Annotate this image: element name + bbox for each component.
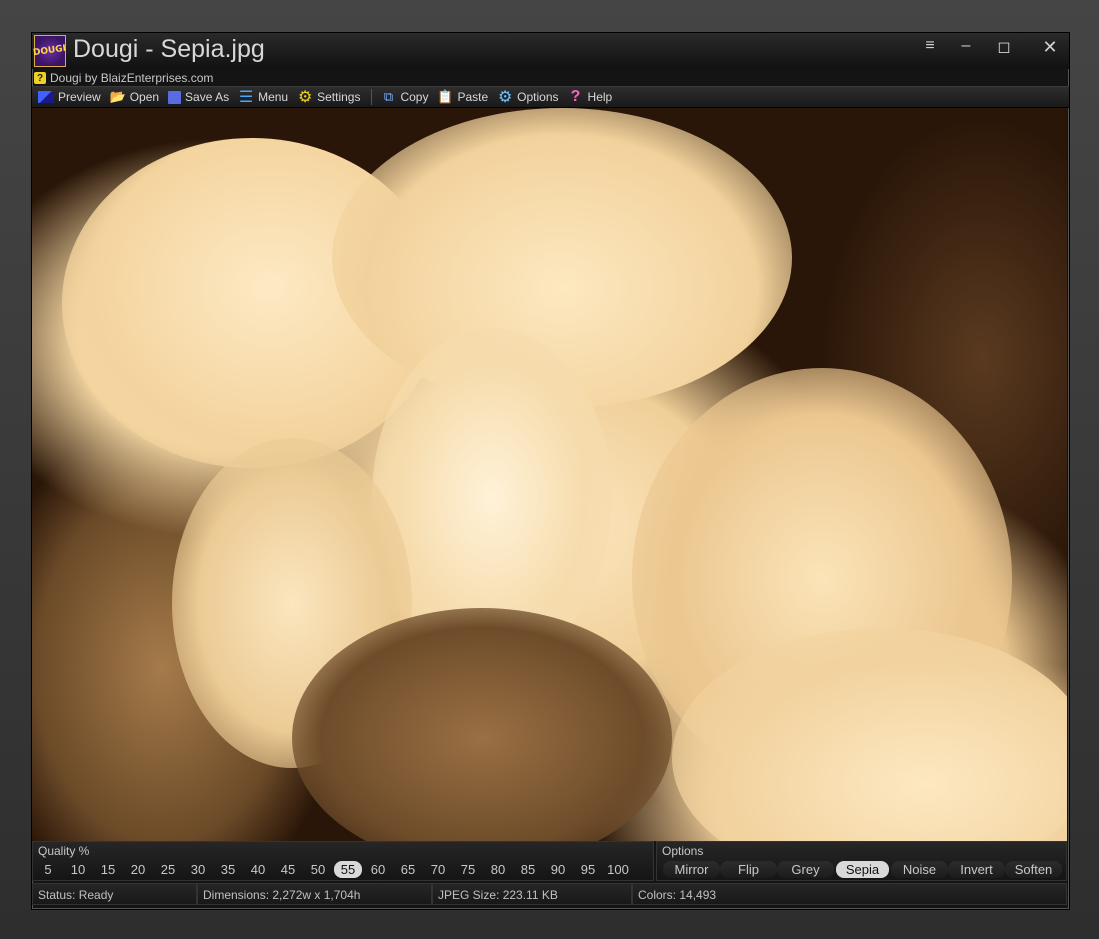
quality-option[interactable]: 100 <box>603 861 633 878</box>
menu-icon: ☰ <box>238 89 254 106</box>
quality-option[interactable]: 90 <box>543 861 573 878</box>
open-button[interactable]: 📂 Open <box>110 89 159 105</box>
desktop-frame: DOUGI Dougi - Sepia.jpg ≡ – ◻ ✕ ? Dougi … <box>0 0 1099 939</box>
toolbar: Preview 📂 Open Save As ☰ Menu ⚙ Settings… <box>32 86 1069 108</box>
save-as-button[interactable]: Save As <box>168 90 229 104</box>
quality-option[interactable]: 50 <box>303 861 333 878</box>
effect-options: Mirror Flip Grey Sepia Noise Invert Soften <box>663 861 1062 878</box>
effect-option-invert[interactable]: Invert <box>948 861 1005 878</box>
toolbar-label: Paste <box>457 90 489 104</box>
minimize-button[interactable]: – <box>954 37 978 55</box>
quality-label: Quality % <box>38 844 90 858</box>
status-bar: Status: Ready Dimensions: 2,272w x 1,704… <box>32 883 1069 907</box>
toolbar-label: Menu <box>258 90 289 104</box>
quality-option[interactable]: 30 <box>183 861 213 878</box>
menu-lines-icon[interactable]: ≡ <box>918 37 942 55</box>
quality-option[interactable]: 40 <box>243 861 273 878</box>
image-canvas[interactable] <box>32 108 1067 841</box>
copy-button[interactable]: ⧉ Copy <box>380 89 429 105</box>
dimensions-text: Dimensions: 2,272w x 1,704h <box>197 883 432 905</box>
quality-option[interactable]: 15 <box>93 861 123 878</box>
quality-option[interactable]: 70 <box>423 861 453 878</box>
subtitle-bar: ? Dougi by BlaizEnterprises.com <box>34 70 213 86</box>
effect-option-mirror[interactable]: Mirror <box>663 861 720 878</box>
help-button[interactable]: ? Help <box>568 88 613 105</box>
toolbar-label: Settings <box>317 90 361 104</box>
quality-option[interactable]: 5 <box>33 861 63 878</box>
menu-button[interactable]: ☰ Menu <box>238 89 289 106</box>
window-title: Dougi - Sepia.jpg <box>73 35 265 63</box>
options-group: Options Mirror Flip Grey Sepia Noise Invert So… <box>656 841 1067 881</box>
toolbar-label: Help <box>587 90 613 104</box>
subtitle-text[interactable]: Dougi by BlaizEnterprises.com <box>50 71 213 85</box>
quality-option[interactable]: 35 <box>213 861 243 878</box>
quality-option[interactable]: 65 <box>393 861 423 878</box>
copy-icon: ⧉ <box>383 89 394 104</box>
quality-option[interactable]: 60 <box>363 861 393 878</box>
status-text: Status: Ready <box>32 883 197 905</box>
quality-group: Quality % 5 10 15 20 25 30 35 40 45 50 55 60 65 70 75 8… <box>32 841 654 881</box>
settings-button[interactable]: ⚙ Settings <box>297 89 361 106</box>
quality-option[interactable]: 25 <box>153 861 183 878</box>
toolbar-label: Preview <box>58 90 101 104</box>
effect-option-soften[interactable]: Soften <box>1005 861 1062 878</box>
paste-icon: 📋 <box>437 89 454 104</box>
effect-option-noise[interactable]: Noise <box>891 861 948 878</box>
options-gear-icon: ⚙ <box>498 89 513 106</box>
quality-option[interactable]: 45 <box>273 861 303 878</box>
effect-option-sepia[interactable]: Sepia <box>836 861 889 878</box>
info-icon: ? <box>34 72 46 84</box>
quality-options: 5 10 15 20 25 30 35 40 45 50 55 60 65 70 75 80 85 90 95 100 <box>33 861 633 878</box>
effect-option-grey[interactable]: Grey <box>777 861 834 878</box>
app-window: DOUGI Dougi - Sepia.jpg ≡ – ◻ ✕ ? Dougi … <box>31 32 1070 910</box>
effect-option-flip[interactable]: Flip <box>720 861 777 878</box>
dougi-logo-icon: DOUGI <box>33 35 67 67</box>
folder-icon: 📂 <box>109 89 126 104</box>
quality-option[interactable]: 55 <box>334 861 362 878</box>
options-label: Options <box>662 844 704 858</box>
preview-icon <box>38 91 54 103</box>
help-icon: ? <box>570 88 581 105</box>
bottom-panel: Quality % 5 10 15 20 25 30 35 40 45 50 55 60 65 70 75 8… <box>32 841 1069 883</box>
toolbar-separator <box>371 89 373 105</box>
paste-button[interactable]: 📋 Paste <box>437 89 488 105</box>
maximize-button[interactable]: ◻ <box>992 37 1016 57</box>
options-button[interactable]: ⚙ Options <box>497 89 559 106</box>
toolbar-label: Open <box>129 90 160 104</box>
quality-option[interactable]: 85 <box>513 861 543 878</box>
quality-option[interactable]: 75 <box>453 861 483 878</box>
title-bar[interactable]: DOUGI Dougi - Sepia.jpg ≡ – ◻ ✕ <box>32 33 1069 69</box>
quality-option[interactable]: 10 <box>63 861 93 878</box>
quality-option[interactable]: 95 <box>573 861 603 878</box>
jpeg-size-text: JPEG Size: 223.11 KB <box>432 883 632 905</box>
floppy-icon <box>168 90 182 104</box>
quality-option[interactable]: 80 <box>483 861 513 878</box>
toolbar-label: Copy <box>400 90 429 104</box>
colors-text: Colors: 14,493 <box>632 883 1067 905</box>
preview-button[interactable]: Preview <box>38 90 101 104</box>
quality-option[interactable]: 20 <box>123 861 153 878</box>
gear-icon: ⚙ <box>297 89 313 106</box>
toolbar-label: Options <box>517 90 559 104</box>
toolbar-label: Save As <box>185 90 230 104</box>
close-button[interactable]: ✕ <box>1038 37 1062 58</box>
